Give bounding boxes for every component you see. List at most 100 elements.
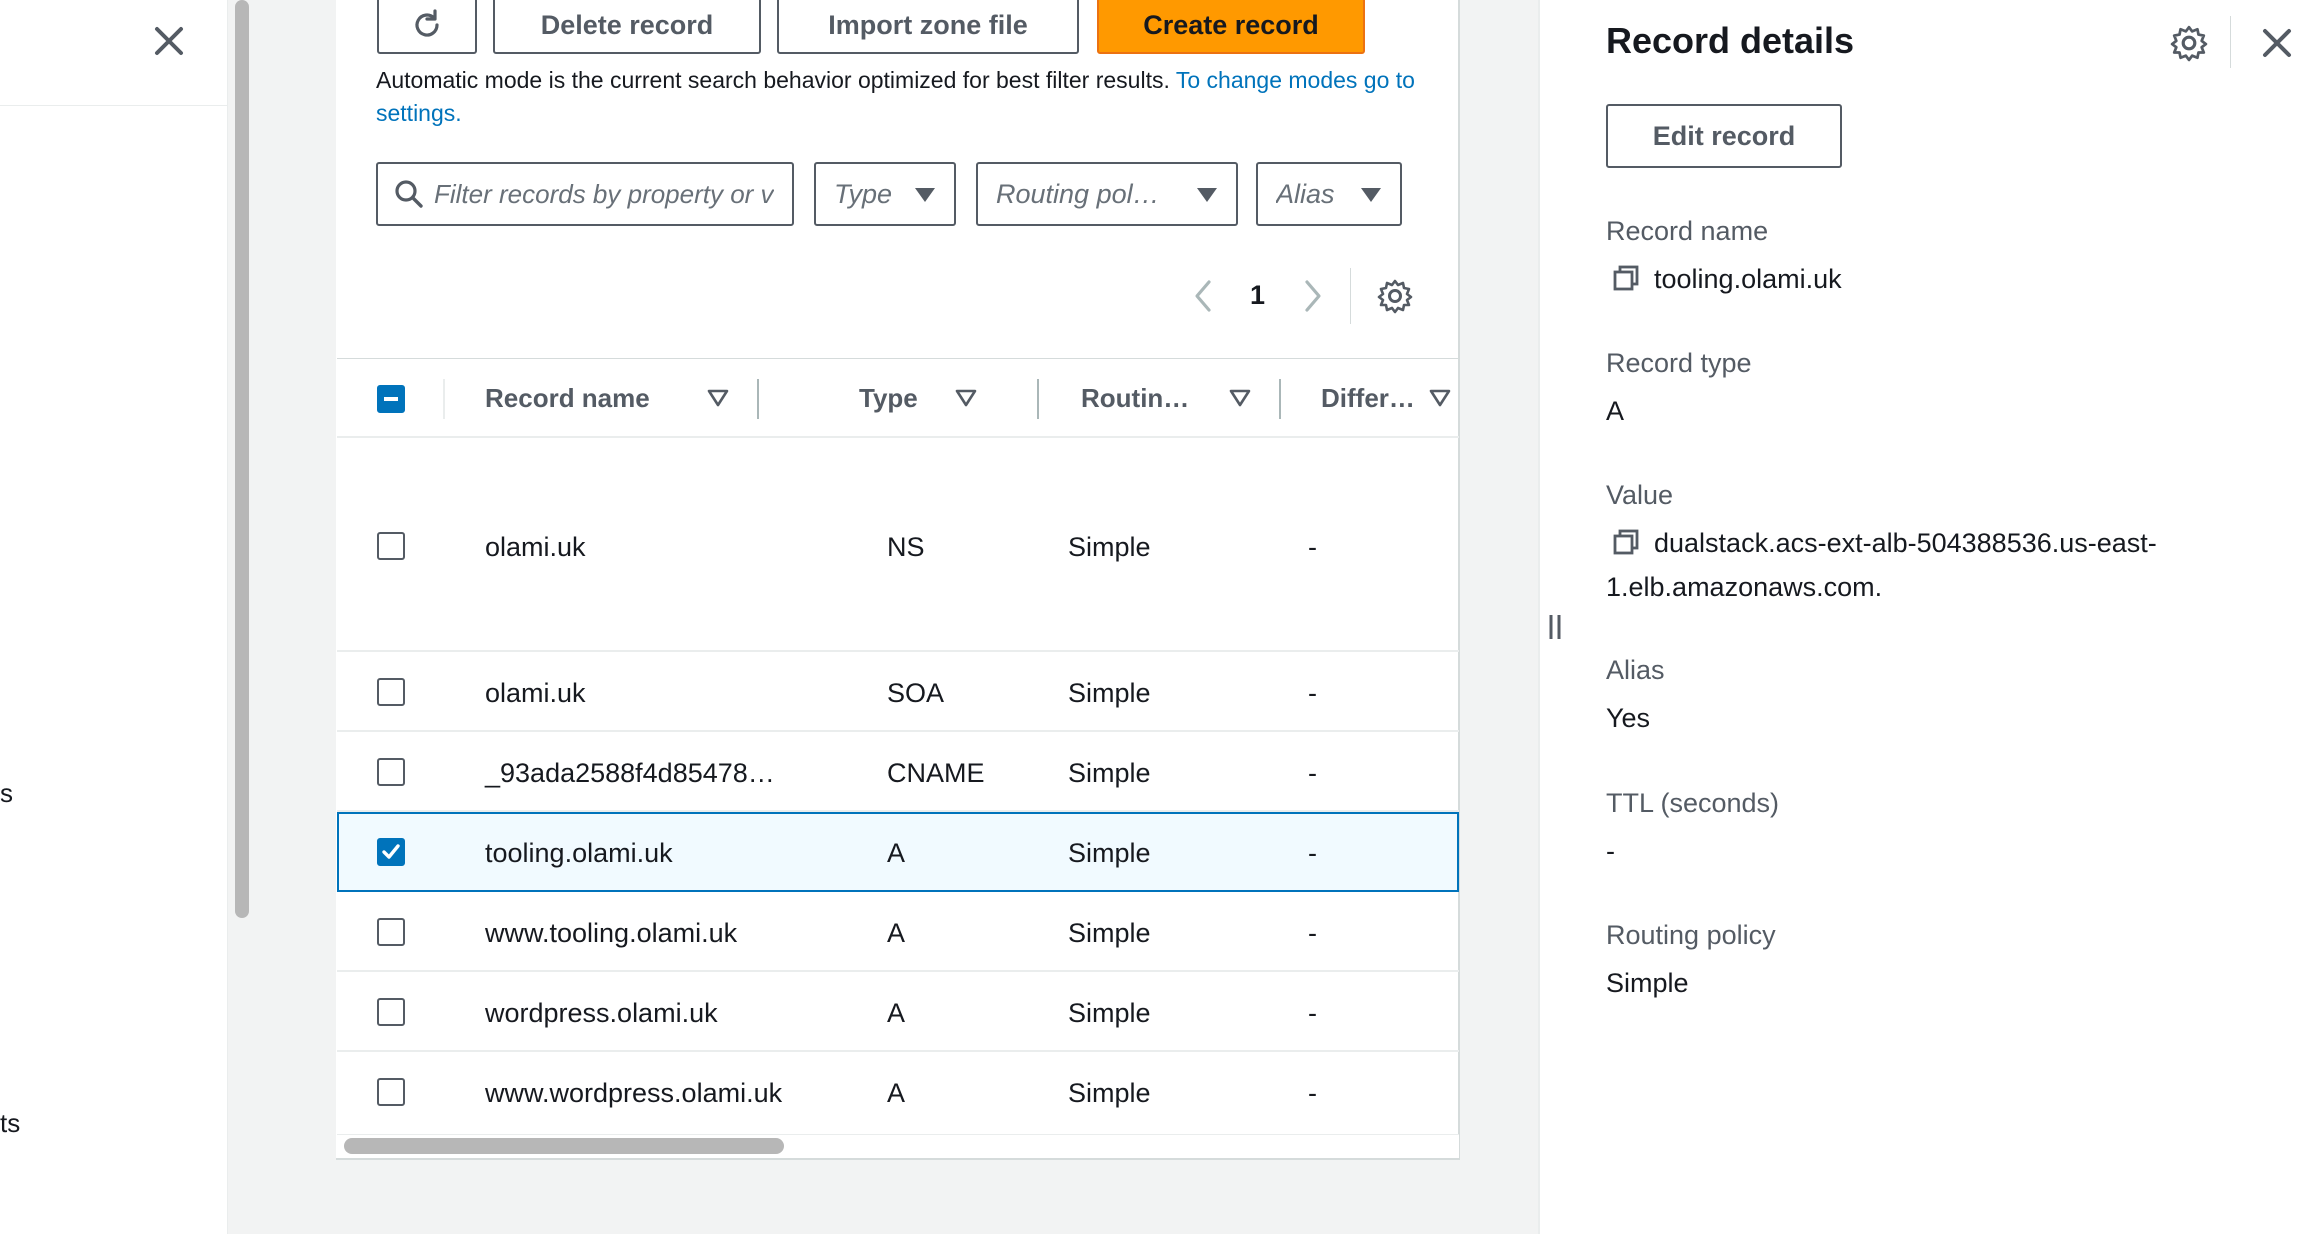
caret-down-icon <box>1197 188 1217 202</box>
record-type-cell: A <box>887 1078 906 1108</box>
routing-policy-filter-select[interactable]: Routing pol… <box>976 162 1238 226</box>
record-name-cell: wordpress.olami.uk <box>485 998 718 1028</box>
record-type-label: Record type <box>1606 348 1752 378</box>
column-header-routing[interactable]: Routin… <box>1081 383 1189 414</box>
horizontal-scrollbar[interactable] <box>344 1138 784 1154</box>
vertical-scrollbar[interactable] <box>235 0 249 918</box>
table-row[interactable]: _93ada2588f4d85478… CNAME Simple - <box>337 732 1459 812</box>
record-name-cell: www.tooling.olami.uk <box>485 918 738 948</box>
search-icon <box>395 180 423 208</box>
record-name-cell: _93ada2588f4d85478… <box>485 758 775 788</box>
value-label: Value <box>1606 480 1674 510</box>
record-name-value: tooling.olami.uk <box>1606 257 1842 301</box>
panel-header-divider <box>2230 16 2231 68</box>
record-type-value: A <box>1606 396 1625 426</box>
routing-policy-cell: Simple <box>1068 998 1151 1028</box>
select-all-checkbox[interactable] <box>377 385 405 413</box>
ttl-value: - <box>1606 836 1615 866</box>
type-filter-select[interactable]: Type <box>814 162 956 226</box>
value-text-line-1: dualstack.acs-ext-alb-504388536.us-east- <box>1654 528 2157 558</box>
pagination-divider <box>1350 268 1351 324</box>
record-name-cell: olami.uk <box>485 532 586 562</box>
create-record-button[interactable]: Create record <box>1097 0 1365 54</box>
column-header-type[interactable]: Type <box>859 383 918 414</box>
value-text-line-2: 1.elb.amazonaws.com. <box>1606 572 1883 602</box>
drag-handle-icon[interactable] <box>1544 612 1566 642</box>
routing-policy-filter-label: Routing pol… <box>996 178 1160 209</box>
sort-icon[interactable] <box>955 387 977 409</box>
row-checkbox[interactable] <box>377 998 405 1026</box>
sort-icon[interactable] <box>707 387 729 409</box>
differentiator-cell: - <box>1308 838 1317 868</box>
column-header-record-name[interactable]: Record name <box>485 383 650 414</box>
record-type-cell: A <box>887 838 906 868</box>
chevron-right-icon[interactable] <box>1300 278 1326 314</box>
table-row[interactable]: www.wordpress.olami.uk A Simple - <box>337 1052 1459 1134</box>
ttl-label: TTL (seconds) <box>1606 788 1780 818</box>
import-zone-file-button[interactable]: Import zone file <box>777 0 1079 54</box>
refresh-button[interactable] <box>377 0 477 54</box>
alias-label: Alias <box>1606 655 1665 685</box>
side-navigation: s ts <box>0 0 228 1234</box>
routing-policy-cell: Simple <box>1068 918 1151 948</box>
table-row-selected[interactable]: tooling.olami.uk A Simple - <box>337 812 1459 892</box>
caret-down-icon <box>1361 188 1381 202</box>
differentiator-cell: - <box>1308 918 1317 948</box>
sort-icon[interactable] <box>1429 387 1451 409</box>
panel-title: Record details <box>1606 20 1855 61</box>
alias-filter-label: Alias <box>1276 178 1335 209</box>
table-row[interactable]: olami.uk NS Simple - <box>337 440 1459 652</box>
nav-item-label[interactable]: ts <box>0 1108 20 1139</box>
edit-record-button[interactable]: Edit record <box>1606 104 1842 168</box>
table-row[interactable]: olami.uk SOA Simple - <box>337 652 1459 732</box>
record-name-cell: olami.uk <box>485 678 586 708</box>
row-checkbox[interactable] <box>377 758 405 786</box>
record-type-cell: SOA <box>887 678 945 708</box>
routing-policy-cell: Simple <box>1068 1078 1151 1108</box>
alias-value: Yes <box>1606 703 1651 733</box>
current-page[interactable]: 1 <box>1250 280 1265 311</box>
differentiator-cell: - <box>1308 998 1317 1028</box>
record-type-cell: CNAME <box>887 758 985 788</box>
row-checkbox[interactable] <box>377 1078 405 1106</box>
row-checkbox[interactable] <box>377 918 405 946</box>
record-type-cell: NS <box>887 532 925 562</box>
routing-policy-cell: Simple <box>1068 758 1151 788</box>
routing-policy-cell: Simple <box>1068 532 1151 562</box>
column-header-differentiator[interactable]: Differ… <box>1321 383 1415 414</box>
gear-icon[interactable] <box>2170 24 2208 62</box>
row-checkbox[interactable] <box>377 532 405 560</box>
differentiator-cell: - <box>1308 678 1317 708</box>
delete-record-button[interactable]: Delete record <box>493 0 761 54</box>
record-type-cell: A <box>887 918 906 948</box>
record-details-panel: Record details Edit record Record name t… <box>1538 0 2314 1234</box>
record-name-cell: tooling.olami.uk <box>485 838 673 868</box>
routing-policy-cell: Simple <box>1068 838 1151 868</box>
chevron-left-icon[interactable] <box>1190 278 1216 314</box>
copy-icon[interactable] <box>1612 264 1640 292</box>
caret-down-icon <box>915 188 935 202</box>
record-name-text: tooling.olami.uk <box>1654 264 1842 294</box>
routing-policy-label: Routing policy <box>1606 920 1776 950</box>
gear-icon[interactable] <box>1377 278 1413 314</box>
table-row[interactable]: www.tooling.olami.uk A Simple - <box>337 892 1459 972</box>
row-checkbox[interactable] <box>377 838 405 866</box>
filter-records-input[interactable] <box>434 178 774 210</box>
record-type-cell: A <box>887 998 906 1028</box>
differentiator-cell: - <box>1308 1078 1317 1108</box>
record-name-label: Record name <box>1606 216 1769 246</box>
refresh-icon <box>415 9 439 37</box>
search-mode-text: Automatic mode is the current search beh… <box>376 67 1170 93</box>
search-mode-notice: Automatic mode is the current search beh… <box>376 64 1416 130</box>
row-checkbox[interactable] <box>377 678 405 706</box>
close-icon[interactable] <box>2258 24 2296 62</box>
copy-icon[interactable] <box>1612 528 1640 556</box>
filter-records-field[interactable] <box>376 162 794 226</box>
record-name-cell: www.wordpress.olami.uk <box>485 1078 783 1108</box>
close-icon[interactable] <box>150 22 188 60</box>
alias-filter-select[interactable]: Alias <box>1256 162 1402 226</box>
nav-item-label[interactable]: s <box>0 778 13 809</box>
sort-icon[interactable] <box>1229 387 1251 409</box>
table-header: Record name Type Routin… Differ… <box>337 358 1459 438</box>
table-row[interactable]: wordpress.olami.uk A Simple - <box>337 972 1459 1052</box>
